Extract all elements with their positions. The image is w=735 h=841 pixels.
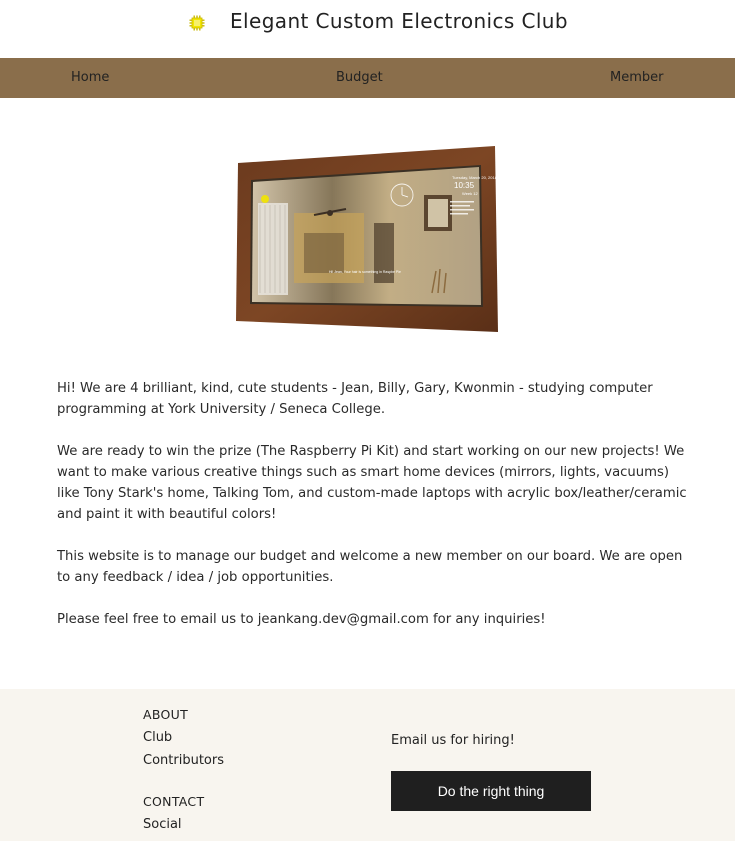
contact-paragraph: Please feel free to email us to jeankang… xyxy=(57,612,546,627)
footer-link-social[interactable]: Social xyxy=(143,817,182,832)
footer-link-contributors[interactable]: Contributors xyxy=(143,753,224,768)
intro-content: Hi! We are 4 brilliant, kind, cute stude… xyxy=(57,378,687,651)
nav-item-budget[interactable]: Budget xyxy=(336,70,383,85)
main-nav: Home Budget Member xyxy=(0,58,735,98)
mirror-date: Tuesday, March 20, 2018 xyxy=(452,175,498,180)
chip-icon[interactable] xyxy=(189,15,205,31)
footer-link-club[interactable]: Club xyxy=(143,730,172,745)
footer-about-heading: ABOUT xyxy=(143,707,189,722)
nav-item-home[interactable]: Home xyxy=(71,70,109,85)
do-the-right-thing-button[interactable]: Do the right thing xyxy=(391,771,591,811)
mirror-time: 10:35 xyxy=(454,181,475,190)
site-title: Elegant Custom Electronics Club xyxy=(230,9,568,33)
mirror-caption: Hi! Jean, Your hair is something in Rasp… xyxy=(329,270,401,274)
hiring-text: Email us for hiring! xyxy=(391,733,515,748)
smart-mirror-image: Tuesday, March 20, 2018 10:35 Week 12 Hi… xyxy=(236,146,498,332)
intro-paragraph: Hi! We are 4 brilliant, kind, cute stude… xyxy=(57,381,653,417)
site-header: Elegant Custom Electronics Club xyxy=(0,0,735,58)
projects-paragraph: We are ready to win the prize (The Raspb… xyxy=(57,444,687,522)
footer-contact-heading: CONTACT xyxy=(143,794,205,809)
purpose-paragraph: This website is to manage our budget and… xyxy=(57,549,683,585)
site-footer: ABOUT Club Contributors CONTACT Social E… xyxy=(0,689,735,841)
nav-item-member[interactable]: Member xyxy=(610,70,663,85)
mirror-week: Week 12 xyxy=(462,191,478,196)
